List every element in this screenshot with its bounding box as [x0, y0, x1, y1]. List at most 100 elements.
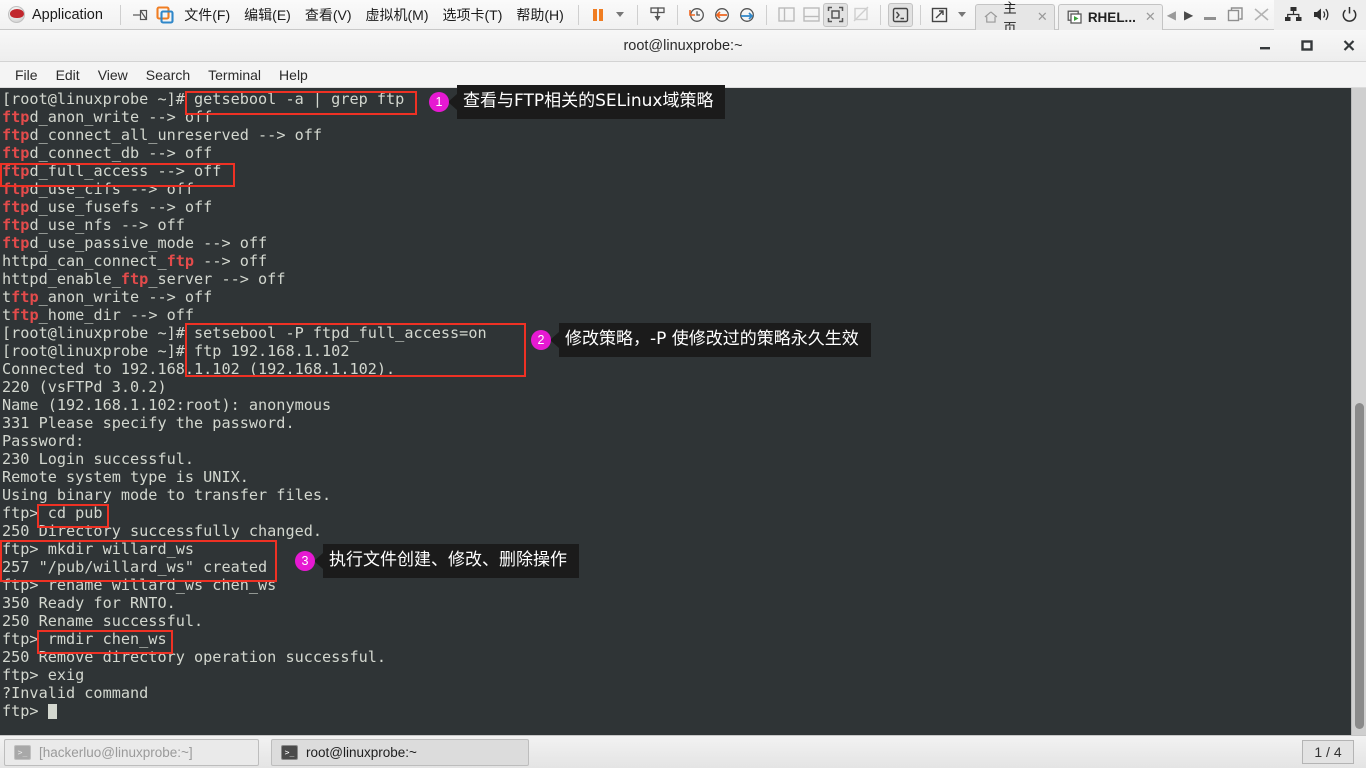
vmware-menu-view[interactable]: 查看(V): [298, 1, 359, 29]
terminal-line: ftpd_use_fusefs --> off: [2, 198, 213, 216]
unpin-icon[interactable]: [128, 3, 153, 27]
terminal-line: tftp_anon_write --> off: [2, 288, 213, 306]
power-icon[interactable]: [1336, 3, 1362, 27]
unity-mode-icon[interactable]: [848, 3, 873, 27]
sound-icon[interactable]: [1308, 3, 1334, 27]
vmware-menu-file[interactable]: 文件(F): [177, 1, 237, 29]
vmware-application-label: Application: [0, 0, 113, 30]
taskbar-item-root-label: root@linuxprobe:~: [306, 744, 417, 760]
pause-icon[interactable]: [586, 3, 611, 27]
terminal-line: ftpd_use_passive_mode --> off: [2, 234, 268, 252]
vmware-minimize-button[interactable]: [1197, 2, 1223, 28]
terminal-line: Connected to 192.168.1.102 (192.168.1.10…: [2, 360, 396, 378]
terminal-line: 250 Remove directory operation successfu…: [2, 648, 387, 666]
power-dropdown-caret-icon[interactable]: [616, 12, 625, 17]
terminal-maximize-button[interactable]: [1296, 35, 1318, 57]
menu-edit[interactable]: Edit: [49, 64, 87, 86]
terminal-icon: >_: [281, 744, 298, 760]
terminal-line: ftp> rmdir chen_ws: [2, 630, 167, 648]
vmware-menu-tabs[interactable]: 选项卡(T): [436, 1, 510, 29]
terminal-line: ftp>: [2, 702, 487, 720]
terminal-line: 250 Rename successful.: [2, 612, 204, 630]
network-icon[interactable]: [1280, 3, 1306, 27]
vmware-close-button[interactable]: [1248, 2, 1274, 28]
callout-3-arrow: [314, 553, 323, 570]
terminal-scrollbar[interactable]: [1351, 88, 1366, 735]
show-bottom-pane-icon[interactable]: [799, 3, 824, 27]
callout-3-badge: 3: [295, 551, 315, 572]
terminal-line: Name (192.168.1.102:root): anonymous: [2, 396, 332, 414]
tab-next-icon[interactable]: ▶: [1180, 8, 1197, 22]
menu-terminal[interactable]: Terminal: [201, 64, 268, 86]
menu-view[interactable]: View: [91, 64, 135, 86]
terminal-line: ftp> exig: [2, 666, 85, 684]
terminal-line: [root@linuxprobe ~]# setsebool -P ftpd_f…: [2, 324, 487, 342]
terminal-line: httpd_can_connect_ftp --> off: [2, 252, 268, 270]
vmware-logo-icon: [8, 6, 25, 23]
toolbar-divider: [637, 4, 639, 25]
terminal-line: Using binary mode to transfer files.: [2, 486, 332, 504]
vmware-menu-edit[interactable]: 编辑(E): [237, 1, 298, 29]
manage-snapshot-icon[interactable]: [734, 3, 759, 27]
terminal-line: 230 Login successful.: [2, 450, 195, 468]
vmware-tab-home[interactable]: 主页 ✕: [975, 1, 1055, 36]
close-icon[interactable]: ✕: [1145, 9, 1156, 25]
taskbar-item-root[interactable]: >_ root@linuxprobe:~: [271, 738, 529, 766]
vmware-toolbar: Application 文件(F) 编辑(E) 查看(V) 虚拟机(M) 选项卡…: [0, 0, 1366, 36]
home-icon: [984, 11, 998, 23]
vmware-window-icon[interactable]: [153, 3, 178, 27]
terminal-line: ftpd_anon_write --> off: [2, 108, 213, 126]
terminal-minimize-button[interactable]: [1254, 35, 1276, 57]
menu-help[interactable]: Help: [272, 64, 315, 86]
terminal-line: 350 Ready for RNTO.: [2, 594, 176, 612]
display-dropdown-caret-icon[interactable]: [958, 12, 967, 17]
terminal-title-bar: root@linuxprobe:~: [0, 30, 1366, 62]
terminal-output-area[interactable]: [root@linuxprobe ~]# getsebool -a | grep…: [0, 88, 1366, 735]
terminal-line: 250 Directory successfully changed.: [2, 522, 323, 540]
terminal-line: tftp_home_dir --> off: [2, 306, 195, 324]
stretch-display-icon[interactable]: [928, 3, 953, 27]
close-icon[interactable]: ✕: [1037, 9, 1048, 25]
menu-file[interactable]: File: [8, 64, 45, 86]
callout-2-text: 修改策略，-P 使修改过的策略永久生效: [559, 323, 871, 358]
terminal-line: Password:: [2, 432, 85, 450]
terminal-line: ftpd_connect_db --> off: [2, 144, 213, 162]
fullscreen-icon[interactable]: [823, 2, 849, 27]
revert-snapshot-icon[interactable]: [710, 3, 735, 27]
toolbar-divider: [577, 4, 579, 25]
callout-1: 1 查看与FTP相关的SELinux域策略: [429, 85, 726, 120]
toolbar-divider: [919, 4, 921, 25]
toolbar-divider: [677, 4, 679, 25]
vmware-status-tray: [1274, 0, 1366, 30]
vmware-restore-button[interactable]: [1223, 2, 1249, 28]
vmware-app-title: Application: [32, 6, 103, 23]
terminal-scrollbar-thumb[interactable]: [1355, 403, 1364, 729]
toolbar-divider: [119, 4, 121, 25]
callout-1-text: 查看与FTP相关的SELinux域策略: [457, 85, 726, 120]
toolbar-divider: [766, 4, 768, 25]
terminal-window-controls: [1254, 35, 1360, 57]
take-snapshot-icon[interactable]: [685, 3, 710, 27]
terminal-text: [root@linuxprobe ~]# getsebool -a | grep…: [0, 88, 487, 720]
terminal-line: httpd_enable_ftp_server --> off: [2, 270, 286, 288]
callout-3-text: 执行文件创建、修改、删除操作: [323, 544, 579, 579]
callout-1-arrow: [448, 94, 457, 111]
vmware-menu-vm[interactable]: 虚拟机(M): [359, 1, 436, 29]
terminal-window-title: root@linuxprobe:~: [623, 37, 743, 54]
console-view-icon[interactable]: [887, 2, 913, 27]
terminal-line: ftpd_use_cifs --> off: [2, 180, 195, 198]
taskbar-item-hackerluo[interactable]: >_ [hackerluo@linuxprobe:~]: [4, 738, 259, 766]
taskbar: >_ [hackerluo@linuxprobe:~] >_ root@linu…: [0, 735, 1366, 768]
snapshot-manager-icon[interactable]: [645, 3, 670, 27]
menu-search[interactable]: Search: [139, 64, 197, 86]
vmware-tab-rhel[interactable]: RHEL... ✕: [1057, 3, 1163, 30]
tab-prev-icon[interactable]: ◀: [1163, 8, 1180, 22]
toolbar-divider: [879, 4, 881, 25]
terminal-line: Remote system type is UNIX.: [2, 468, 249, 486]
terminal-line: ftpd_connect_all_unreserved --> off: [2, 126, 323, 144]
terminal-line: 220 (vsFTPd 3.0.2): [2, 378, 167, 396]
terminal-close-button[interactable]: [1338, 35, 1360, 57]
vmware-menu-help[interactable]: 帮助(H): [509, 1, 570, 29]
workspace-switcher[interactable]: 1 / 4: [1302, 740, 1354, 764]
show-left-pane-icon[interactable]: [774, 3, 799, 27]
